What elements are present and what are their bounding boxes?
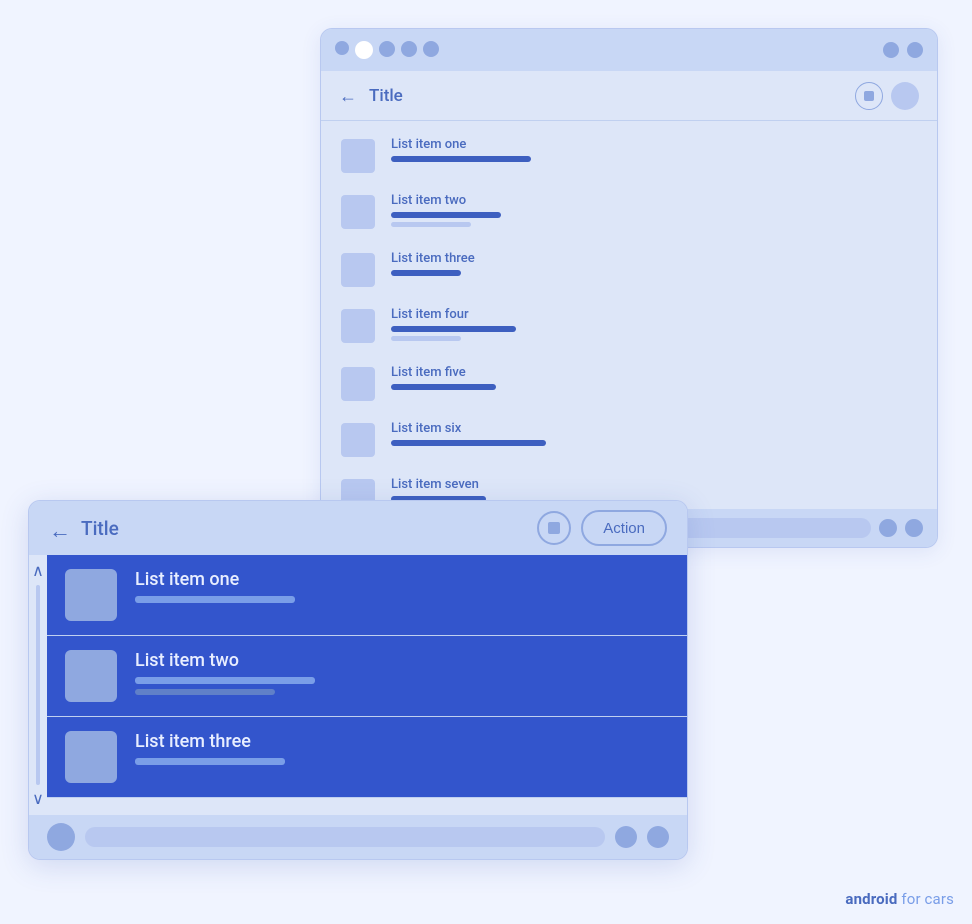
item-content-front: List item three [135, 731, 669, 770]
titlebar-dots-back [335, 41, 439, 59]
list-item[interactable]: List item four [321, 297, 937, 355]
scroll-track [36, 585, 40, 785]
watermark-brand: android [845, 890, 897, 908]
list-back: List item one List item two List item th… [321, 121, 937, 529]
list-item[interactable]: List item one [321, 127, 937, 183]
front-window: ← Title Action ∧ ∨ List item one List i [28, 500, 688, 860]
item-bar-secondary [391, 336, 461, 341]
scroll-up-icon[interactable]: ∧ [32, 563, 44, 579]
titlebar-buttons-back [883, 42, 923, 58]
item-content: List item four [391, 307, 917, 345]
item-title: List item three [391, 251, 917, 266]
list-front: List item one List item two List item th… [47, 555, 687, 815]
bottom-dot-front [47, 823, 75, 851]
item-bar-front-primary [135, 596, 295, 603]
appbar-title-back: Title [369, 86, 403, 106]
item-content: List item five [391, 365, 917, 394]
bottom-dot-sm-2 [905, 519, 923, 537]
titlebar-btn-1 [883, 42, 899, 58]
item-thumbnail-front [65, 569, 117, 621]
square-action-btn-front[interactable] [537, 511, 571, 545]
back-titlebar [321, 29, 937, 71]
item-thumbnail [341, 253, 375, 287]
dot-1 [335, 41, 349, 55]
bottom-dot-sm-front-1 [615, 826, 637, 848]
item-title: List item seven [391, 477, 917, 492]
back-arrow-icon-front[interactable]: ← [49, 518, 69, 538]
item-bar-primary [391, 212, 501, 218]
bottom-pill-front [85, 827, 605, 847]
scroll-down-icon[interactable]: ∨ [32, 791, 44, 807]
appbar-actions-front: Action [537, 510, 667, 546]
dot-2 [379, 41, 395, 57]
appbar-back: ← Title [321, 71, 937, 121]
bottom-dot-sm-1 [879, 519, 897, 537]
dot-4 [423, 41, 439, 57]
item-bar-primary [391, 270, 461, 276]
square-action-btn-back[interactable] [855, 82, 883, 110]
item-title-front: List item three [135, 731, 669, 752]
item-content-front: List item two [135, 650, 669, 700]
appbar-actions-back [855, 82, 919, 110]
item-title: List item five [391, 365, 917, 380]
dot-3 [401, 41, 417, 57]
square-icon-front [548, 522, 560, 534]
item-title-front: List item one [135, 569, 669, 590]
item-thumbnail-front [65, 650, 117, 702]
titlebar-btn-2 [907, 42, 923, 58]
watermark-suffix: for cars [898, 890, 954, 908]
list-item[interactable]: List item six [321, 411, 937, 467]
list-item[interactable]: List item three [321, 241, 937, 297]
list-item[interactable]: List item five [321, 355, 937, 411]
item-content-front: List item one [135, 569, 669, 608]
appbar-title-front: Title [81, 517, 119, 540]
item-thumbnail [341, 309, 375, 343]
bottom-dot-sm-front-2 [647, 826, 669, 848]
square-icon-back [864, 91, 874, 101]
item-bar-primary [391, 156, 531, 162]
item-bar-front-primary [135, 677, 315, 684]
pill-btn-back[interactable] [891, 82, 919, 110]
list-item-front[interactable]: List item three [47, 717, 687, 798]
item-bar-primary [391, 326, 516, 332]
watermark: android for cars [845, 890, 954, 908]
item-thumbnail-front [65, 731, 117, 783]
list-item-front[interactable]: List item two [47, 636, 687, 717]
scroll-indicator: ∧ ∨ [29, 555, 47, 815]
item-bar-primary [391, 440, 546, 446]
item-thumbnail [341, 367, 375, 401]
item-content: List item three [391, 251, 917, 280]
item-content: List item one [391, 137, 917, 166]
item-title-front: List item two [135, 650, 669, 671]
back-window: ← Title List item one List item two [320, 28, 938, 548]
item-title: List item two [391, 193, 917, 208]
appbar-front: ← Title Action [29, 501, 687, 555]
item-bar-secondary [391, 222, 471, 227]
item-title: List item four [391, 307, 917, 322]
item-title: List item one [391, 137, 917, 152]
item-content: List item two [391, 193, 917, 231]
item-thumbnail [341, 195, 375, 229]
item-bar-front-secondary [135, 689, 275, 695]
dot-white [355, 41, 373, 59]
back-arrow-icon[interactable]: ← [339, 86, 359, 106]
item-thumbnail [341, 139, 375, 173]
item-content: List item six [391, 421, 917, 450]
item-bar-front-primary [135, 758, 285, 765]
item-thumbnail [341, 423, 375, 457]
action-button[interactable]: Action [581, 510, 667, 546]
list-item[interactable]: List item two [321, 183, 937, 241]
bottom-bar-front [29, 815, 687, 859]
item-title: List item six [391, 421, 917, 436]
item-bar-primary [391, 384, 496, 390]
list-item-front[interactable]: List item one [47, 555, 687, 636]
